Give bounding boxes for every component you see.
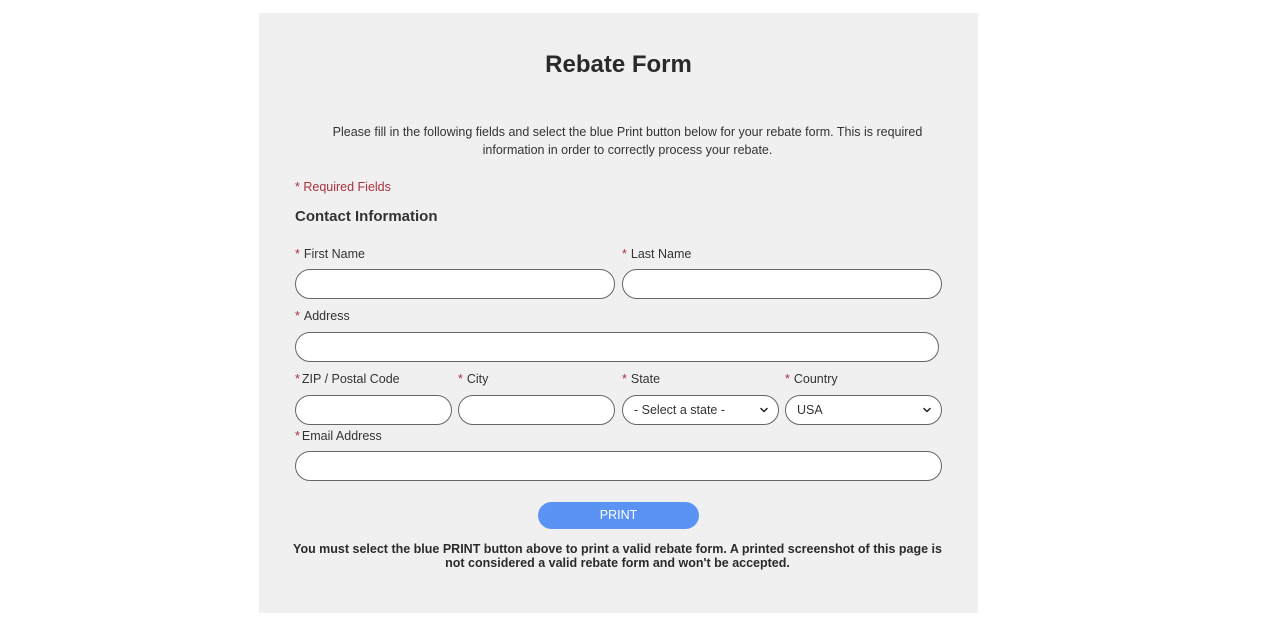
state-select[interactable]: - Select a state - bbox=[622, 395, 779, 425]
required-star: * bbox=[458, 372, 463, 386]
rebate-form-panel: Rebate Form Please fill in the following… bbox=[259, 13, 978, 613]
email-input[interactable] bbox=[295, 451, 942, 481]
print-button[interactable]: PRINT bbox=[538, 502, 699, 529]
email-label: * Email Address bbox=[295, 429, 382, 443]
footer-note: You must select the blue PRINT button ab… bbox=[293, 542, 942, 570]
page-title: Rebate Form bbox=[545, 51, 692, 78]
required-star: * bbox=[785, 372, 790, 386]
zip-input[interactable] bbox=[295, 395, 452, 425]
city-label-text: City bbox=[466, 372, 489, 386]
chevron-down-icon bbox=[760, 407, 768, 413]
state-select-value: - Select a state - bbox=[634, 403, 726, 417]
required-star: * bbox=[295, 309, 300, 323]
required-star: * bbox=[295, 247, 300, 261]
first-name-label-text: First Name bbox=[303, 247, 365, 261]
chevron-down-icon bbox=[923, 407, 931, 413]
intro-text: Please fill in the following fields and … bbox=[332, 125, 923, 157]
last-name-label-text: Last Name bbox=[630, 247, 692, 261]
first-name-input[interactable] bbox=[295, 269, 615, 299]
required-fields-note: * Required Fields bbox=[295, 180, 391, 194]
city-label: * City bbox=[458, 372, 488, 386]
city-input[interactable] bbox=[458, 395, 615, 425]
state-label: * State bbox=[622, 372, 660, 386]
required-star: * bbox=[295, 372, 300, 386]
country-select-value: USA bbox=[797, 403, 823, 417]
zip-label: * ZIP / Postal Code bbox=[295, 372, 400, 386]
required-star: * bbox=[622, 372, 627, 386]
required-star: * bbox=[622, 247, 627, 261]
address-label-text: Address bbox=[303, 309, 350, 323]
state-label-text: State bbox=[630, 372, 661, 386]
country-label: * Country bbox=[785, 372, 838, 386]
country-select[interactable]: USA bbox=[785, 395, 942, 425]
required-star: * bbox=[295, 429, 300, 443]
section-title-contact: Contact Information bbox=[295, 208, 438, 225]
address-label: * Address bbox=[295, 309, 350, 323]
last-name-label: * Last Name bbox=[622, 247, 691, 261]
country-label-text: Country bbox=[793, 372, 838, 386]
last-name-input[interactable] bbox=[622, 269, 942, 299]
address-input[interactable] bbox=[295, 332, 939, 362]
email-label-text: Email Address bbox=[301, 429, 382, 443]
first-name-label: * First Name bbox=[295, 247, 365, 261]
zip-label-text: ZIP / Postal Code bbox=[301, 372, 400, 386]
